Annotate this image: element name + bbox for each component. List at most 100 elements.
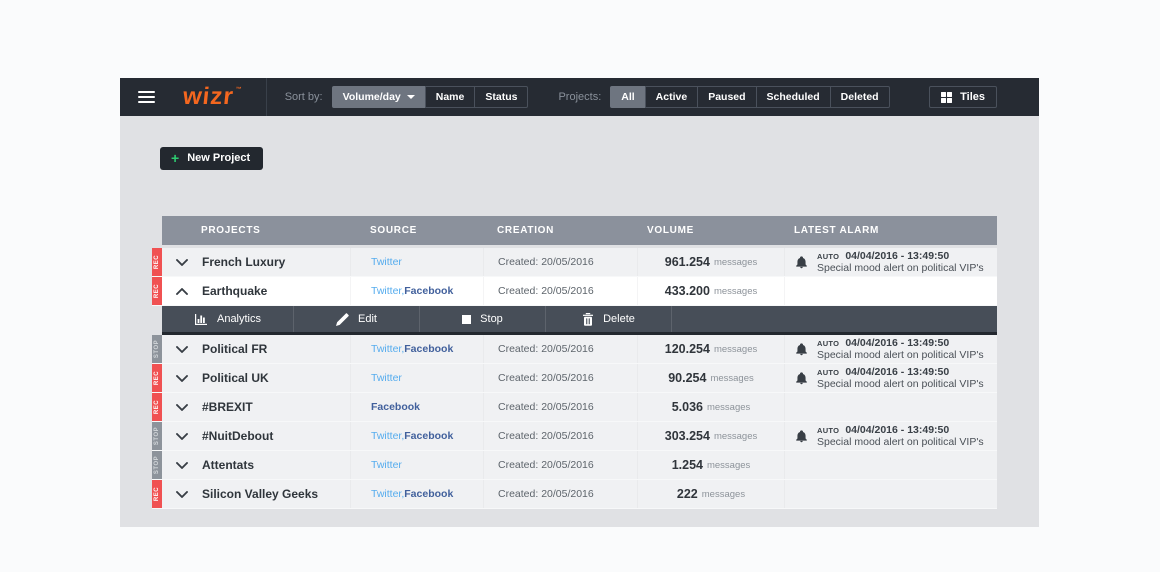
volume-unit: messages xyxy=(713,285,758,297)
row-cells: Earthquake Twitter, Facebook Created: 20/0… xyxy=(162,277,997,305)
chevron-down-icon[interactable] xyxy=(176,345,188,353)
new-project-button[interactable]: + New Project xyxy=(160,147,264,170)
source-link-twitter[interactable]: Twitter, xyxy=(371,430,404,442)
volume-unit: messages xyxy=(713,430,758,442)
alarm-timestamp: 04/04/2016 - 13:49:50 xyxy=(845,336,950,349)
filter-all[interactable]: All xyxy=(610,86,646,108)
sort-option-volume-day[interactable]: Volume/day xyxy=(331,86,426,108)
status-label: REC xyxy=(154,370,161,386)
edit-action-button[interactable]: Edit xyxy=(294,306,420,332)
chevron-down-icon[interactable] xyxy=(176,258,188,266)
volume-unit: messages xyxy=(701,488,746,500)
source-cell: Twitter xyxy=(350,451,483,479)
source-link-facebook[interactable]: Facebook xyxy=(404,488,453,500)
creation-date: Created: 20/05/2016 xyxy=(483,248,637,276)
table-row[interactable]: REC #BREXIT Facebook Created: 20/05/2016 5.0… xyxy=(152,393,997,422)
sort-option-status[interactable]: Status xyxy=(474,86,529,108)
project-name: #NuitDebout xyxy=(202,429,274,443)
table-row[interactable]: REC French Luxury Twitter Created: 20/05/20… xyxy=(152,248,997,277)
filter-active[interactable]: Active xyxy=(644,86,699,108)
status-strip: REC xyxy=(152,277,162,305)
menu-hamburger-icon[interactable] xyxy=(138,91,155,103)
latest-alarm-cell xyxy=(784,393,997,421)
filter-label: Paused xyxy=(708,91,746,103)
project-cell: French Luxury xyxy=(162,248,350,276)
volume-cell: 5.036 messages xyxy=(637,393,784,421)
source-cell: Twitter, Facebook xyxy=(350,480,483,508)
volume-cell: 433.200 messages xyxy=(637,277,784,305)
source-link-facebook[interactable]: Facebook xyxy=(404,430,453,442)
filter-scheduled[interactable]: Scheduled xyxy=(755,86,831,108)
source-link-twitter[interactable]: Twitter, xyxy=(371,343,404,355)
chevron-down-icon[interactable] xyxy=(176,461,188,469)
creation-date: Created: 20/05/2016 xyxy=(483,364,637,392)
source-link-twitter[interactable]: Twitter, xyxy=(371,488,404,500)
creation-date: Created: 20/05/2016 xyxy=(483,451,637,479)
chevron-down-icon[interactable] xyxy=(176,432,188,440)
column-header-creation: CREATION xyxy=(497,225,555,236)
tiles-view-button[interactable]: Tiles xyxy=(929,86,997,108)
latest-alarm-cell: AUTO 04/04/2016 - 13:49:50 Special mood al… xyxy=(784,364,997,392)
delete-action-button[interactable]: Delete xyxy=(546,306,672,332)
stop-icon xyxy=(462,314,472,324)
status-label: REC xyxy=(154,486,161,502)
stop-action-button[interactable]: Stop xyxy=(420,306,546,332)
filter-deleted[interactable]: Deleted xyxy=(829,86,890,108)
column-header-volume: VOLUME xyxy=(647,225,694,236)
latest-alarm-cell: AUTO 04/04/2016 - 13:49:50 Special mood al… xyxy=(784,335,997,363)
source-link-twitter[interactable]: Twitter, xyxy=(371,285,404,297)
filter-paused[interactable]: Paused xyxy=(697,86,757,108)
filter-label: Scheduled xyxy=(766,91,820,103)
table-row[interactable]: STOP #NuitDebout Twitter, Facebook Created:… xyxy=(152,422,997,451)
table-row[interactable]: STOP Political FR Twitter, Facebook Created… xyxy=(152,335,997,364)
table-header-row: PROJECTS SOURCE CREATION VOLUME LATEST ALARM xyxy=(162,216,997,245)
chevron-down-icon[interactable] xyxy=(176,490,188,498)
column-header-source: SOURCE xyxy=(370,225,417,236)
source-link-facebook[interactable]: Facebook xyxy=(404,343,453,355)
latest-alarm-cell: AUTO 04/04/2016 - 13:49:50 Special mood al… xyxy=(784,422,997,450)
source-link-twitter[interactable]: Twitter xyxy=(371,459,402,471)
alarm-meta: AUTO 04/04/2016 - 13:49:50 xyxy=(817,424,984,436)
status-strip: REC xyxy=(152,248,162,276)
action-label: Delete xyxy=(603,313,635,325)
sort-option-name[interactable]: Name xyxy=(424,86,476,108)
row-actions-toolbar: Analytics Edit Stop Delete xyxy=(162,306,997,335)
alarm-meta: AUTO 04/04/2016 - 13:49:50 xyxy=(817,366,984,378)
table-row[interactable]: STOP Attentats Twitter Created: 20/05/2016 1… xyxy=(152,451,997,480)
project-cell: Political FR xyxy=(162,335,350,363)
source-cell: Twitter xyxy=(350,248,483,276)
volume-cell: 961.254 messages xyxy=(637,248,784,276)
row-cells: #BREXIT Facebook Created: 20/05/2016 5.036 m… xyxy=(162,393,997,421)
alarm-info: AUTO 04/04/2016 - 13:49:50 Special mood al… xyxy=(817,366,984,390)
status-strip: STOP xyxy=(152,335,162,363)
latest-alarm-cell xyxy=(784,451,997,479)
source-link-facebook[interactable]: Facebook xyxy=(404,285,453,297)
source-cell: Facebook xyxy=(350,393,483,421)
alarm-meta: AUTO 04/04/2016 - 13:49:50 xyxy=(817,250,984,262)
table-row[interactable]: REC Silicon Valley Geeks Twitter, Facebook… xyxy=(152,480,997,509)
status-label: STOP xyxy=(154,339,161,359)
chevron-down-icon[interactable] xyxy=(176,403,188,411)
volume-value: 961.254 xyxy=(664,255,710,269)
creation-date: Created: 20/05/2016 xyxy=(483,480,637,508)
action-label: Edit xyxy=(358,313,377,325)
source-link-facebook[interactable]: Facebook xyxy=(371,401,420,413)
alarm-type-badge: AUTO xyxy=(817,251,840,261)
status-label: STOP xyxy=(154,426,161,446)
source-link-twitter[interactable]: Twitter xyxy=(371,256,402,268)
table-row[interactable]: REC Earthquake Twitter, Facebook Created: 2… xyxy=(152,277,997,306)
source-cell: Twitter, Facebook xyxy=(350,335,483,363)
chevron-down-icon[interactable] xyxy=(176,374,188,382)
volume-value: 5.036 xyxy=(671,400,703,414)
row-cells: French Luxury Twitter Created: 20/05/2016 9… xyxy=(162,248,997,276)
volume-value: 90.254 xyxy=(668,371,707,385)
project-name: Political UK xyxy=(202,371,269,385)
chevron-up-icon[interactable] xyxy=(176,287,188,295)
source-link-twitter[interactable]: Twitter xyxy=(371,372,402,384)
alarm-info: AUTO 04/04/2016 - 13:49:50 Special mood al… xyxy=(817,424,984,448)
analytics-action-button[interactable]: Analytics xyxy=(162,306,294,332)
status-label: REC xyxy=(154,254,161,270)
project-cell: Earthquake xyxy=(162,277,350,305)
table-row[interactable]: REC Political UK Twitter Created: 20/05/201… xyxy=(152,364,997,393)
row-cells: #NuitDebout Twitter, Facebook Created: 20/… xyxy=(162,422,997,450)
